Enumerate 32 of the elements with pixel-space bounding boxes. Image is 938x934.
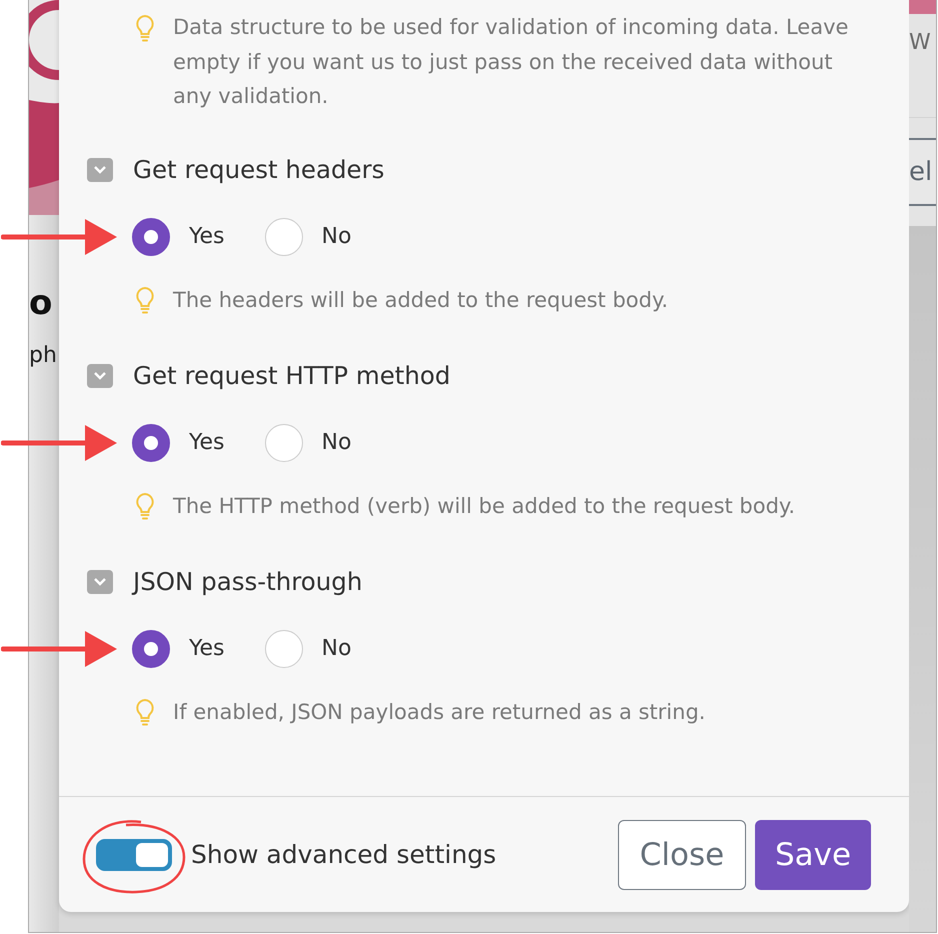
close-button[interactable]: Close xyxy=(618,820,746,890)
radio-button[interactable] xyxy=(132,630,170,668)
collapse-icon[interactable] xyxy=(87,158,113,182)
lightbulb-icon xyxy=(135,492,155,520)
toggle-label: Show advanced settings xyxy=(191,840,496,869)
hint-text: If enabled, JSON payloads are returned as a string. xyxy=(173,700,706,724)
lightbulb-icon xyxy=(135,286,155,314)
save-button[interactable]: Save xyxy=(755,820,871,890)
collapse-icon[interactable] xyxy=(87,570,113,594)
toggle-switch[interactable] xyxy=(96,838,172,870)
radio-button[interactable] xyxy=(132,218,170,256)
page-text: ph xyxy=(29,343,58,368)
setting-label: JSON pass-through xyxy=(133,567,362,596)
collapse-icon[interactable] xyxy=(87,364,113,388)
radio-option[interactable]: Yes xyxy=(132,218,225,256)
hint-text: The headers will be added to the request body. xyxy=(173,288,668,312)
radio-option[interactable]: No xyxy=(264,218,352,256)
page-text: W xyxy=(909,30,932,55)
radio-option[interactable]: No xyxy=(264,630,352,668)
hint-text: The HTTP method (verb) will be added to the request body. xyxy=(173,494,796,518)
radio-option[interactable]: No xyxy=(264,424,352,462)
setting-label: Get request headers xyxy=(133,155,384,184)
hint-text: Data structure to be used for validation of incoming data. Leave empty if you want us to just pass on the received data without any validation. xyxy=(173,14,850,110)
lightbulb-icon xyxy=(135,14,155,42)
radio-option[interactable]: Yes xyxy=(132,424,225,462)
lightbulb-icon xyxy=(135,698,155,726)
page-heading: o xyxy=(29,283,54,323)
radio-button[interactable] xyxy=(132,424,170,462)
setting-label: Get request HTTP method xyxy=(133,361,450,390)
page-header-bar xyxy=(909,0,936,14)
radio-option[interactable]: Yes xyxy=(132,630,225,668)
page-button[interactable]: el xyxy=(909,138,936,206)
